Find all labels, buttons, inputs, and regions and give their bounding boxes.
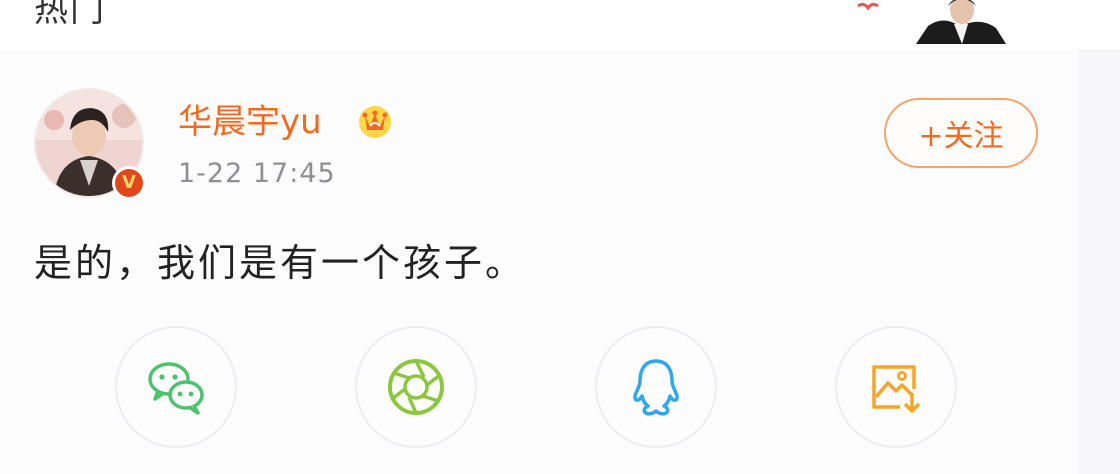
share-moments-button[interactable]	[355, 326, 477, 448]
wechat-icon	[148, 362, 204, 415]
share-qq-button[interactable]	[595, 326, 717, 448]
author-avatar-wrap[interactable]: V	[34, 88, 146, 200]
qq-icon	[633, 359, 679, 416]
hot-tab[interactable]: 热门	[34, 0, 106, 31]
post-card: V 华晨宇yu 1-22 17:45 +关注 是的，我们是有一个孩子。	[0, 50, 1078, 474]
post-text: 是的，我们是有一个孩子。	[34, 241, 527, 285]
weibo-post-screen: 热门 V 华晨宇yu 1-22 17:45 +关注 是的，我们是有一个孩子。	[0, 0, 1120, 474]
verified-v-icon: V	[115, 169, 143, 197]
author-name[interactable]: 华晨宇yu	[178, 102, 322, 142]
crown-icon[interactable]	[356, 102, 394, 140]
follow-button[interactable]: +关注	[884, 98, 1038, 168]
post-timestamp: 1-22 17:45	[178, 158, 336, 189]
moments-icon	[388, 359, 444, 415]
save-image-icon	[872, 365, 921, 413]
share-wechat-button[interactable]	[115, 326, 237, 448]
thumbnail-image[interactable]	[850, 0, 1010, 44]
verified-badge: V	[112, 166, 146, 200]
top-strip: 热门	[0, 0, 1120, 51]
share-save-image-button[interactable]	[835, 326, 957, 448]
